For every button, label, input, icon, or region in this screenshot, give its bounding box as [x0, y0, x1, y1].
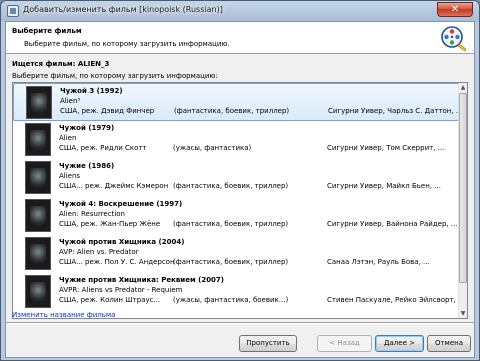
movie-cast: Сигурни Уивер, Майкл Бьен, ... — [327, 182, 441, 190]
movie-details: США, реж. Дэвид Финчер — [60, 107, 155, 115]
movie-title: Чужой против Хищника (2004) — [59, 238, 185, 246]
header-description: Выберите фильм, по которому загрузить ин… — [24, 40, 230, 48]
movie-original-title: AVPR: Aliens vs Predator - Requiem — [59, 286, 183, 294]
movie-title: Чужие (1986) — [59, 162, 115, 170]
movie-item[interactable]: Чужой (1979) Alien США, реж. Ридли Скотт… — [13, 121, 459, 159]
movie-original-title: Alien — [59, 134, 77, 142]
skip-button[interactable]: Пропустить — [239, 335, 297, 352]
list-label: Выберите фильм, по которому загрузить ин… — [12, 72, 218, 80]
search-info: Ищется фильм: ALIEN_3 — [12, 60, 109, 68]
movie-item[interactable]: Чужие против Хищника: Реквием (2007) AVP… — [13, 273, 465, 311]
movie-original-title: AVP: Alien vs. Predator — [59, 248, 139, 256]
movie-poster — [26, 86, 52, 119]
rename-movie-link[interactable]: Изменить название фильма — [12, 311, 115, 319]
movie-poster — [25, 161, 51, 194]
search-label: Ищется фильм: — [12, 60, 76, 68]
movie-genres: (фантастика, боевик, триллер) — [173, 182, 289, 190]
search-value: ALIEN_3 — [77, 60, 110, 68]
movie-cast: Стивен Паскуале, Рейко Эйлсворт, ... — [327, 296, 465, 304]
movie-details: США, реж. Колин Штраус... — [59, 296, 161, 304]
movie-poster — [25, 237, 51, 270]
dialog-body: Выберите фильм Выберите фильм, по которо… — [5, 21, 475, 358]
movie-genres: (ужасы, фантастика, боевик...) — [173, 296, 289, 304]
close-button[interactable]: ✕ — [437, 2, 473, 17]
movie-genres: (фантастика, боевик, триллер) — [173, 258, 289, 266]
scroll-down-icon[interactable]: ▼ — [459, 309, 467, 318]
movie-title: Чужой 4: Воскрешение (1997) — [59, 200, 183, 208]
movie-cast: Сигурни Уивер, Чарльз С. Даттон, ... — [328, 107, 463, 115]
film-reel-icon — [441, 26, 467, 52]
movie-original-title: Alien³ — [60, 97, 81, 105]
movie-cast: Санаа Лэтэн, Рауль Бова, ... — [327, 258, 430, 266]
movie-item[interactable]: Чужой против Хищника (2004) AVP: Alien v… — [13, 235, 459, 273]
next-button[interactable]: Далее > — [375, 335, 424, 352]
movie-details: США... реж. Пол У. С. Андерсон — [59, 258, 175, 266]
movie-poster — [25, 275, 51, 308]
scrollbar-thumb[interactable] — [459, 93, 467, 283]
movie-cast: Сигурни Уивер, Вайнона Райдер, ... — [327, 220, 458, 228]
scroll-up-icon[interactable]: ▲ — [459, 83, 467, 92]
footer-divider — [6, 322, 474, 324]
movie-title: Чужой (1979) — [59, 124, 115, 132]
title-bar[interactable]: Добавить/изменить фильм [kinopoisk (Russ… — [1, 1, 479, 21]
movie-genres: (фантастика, боевик, триллер) — [174, 107, 290, 115]
vertical-scrollbar[interactable]: ▲ ▼ — [458, 83, 467, 318]
movie-title: Чужие против Хищника: Реквием (2007) — [59, 276, 225, 284]
movie-poster — [25, 123, 51, 156]
movie-details: США, реж. Ридли Скотт — [59, 144, 147, 152]
movie-original-title: Aliens — [59, 172, 81, 180]
movie-poster — [25, 199, 51, 232]
movie-details: США, реж. Жан-Пьер Жёне — [59, 220, 161, 228]
movie-original-title: Alien: Resurrection — [59, 210, 125, 218]
movie-genres: (ужасы, фантастика) — [173, 144, 252, 152]
cancel-button[interactable]: Отмена — [427, 335, 471, 352]
movie-title: Чужой 3 (1992) — [60, 87, 123, 95]
movie-item[interactable]: Чужие (1986) Aliens США... реж. Джеймс К… — [13, 159, 459, 197]
wizard-header: Выберите фильм Выберите фильм, по которо… — [6, 22, 474, 54]
movie-details: США... реж. Джеймс Кэмерон — [59, 182, 169, 190]
window-icon — [7, 5, 19, 17]
header-title: Выберите фильм — [12, 27, 82, 35]
window-title: Добавить/изменить фильм [kinopoisk (Russ… — [23, 5, 223, 14]
dialog-window: Добавить/изменить фильм [kinopoisk (Russ… — [0, 0, 480, 361]
movie-cast: Сигурни Уивер, Том Скеррит, ... — [327, 144, 445, 152]
movie-list[interactable]: Чужой 3 (1992) Alien³ США, реж. Дэвид Фи… — [12, 82, 468, 319]
movie-genres: (фантастика, боевик, триллер) — [173, 220, 289, 228]
movie-item[interactable]: Чужой 4: Воскрешение (1997) Alien: Resur… — [13, 197, 459, 235]
movie-item[interactable]: Чужой 3 (1992) Alien³ США, реж. Дэвид Фи… — [13, 83, 463, 121]
back-button[interactable]: < Назад — [317, 335, 372, 352]
